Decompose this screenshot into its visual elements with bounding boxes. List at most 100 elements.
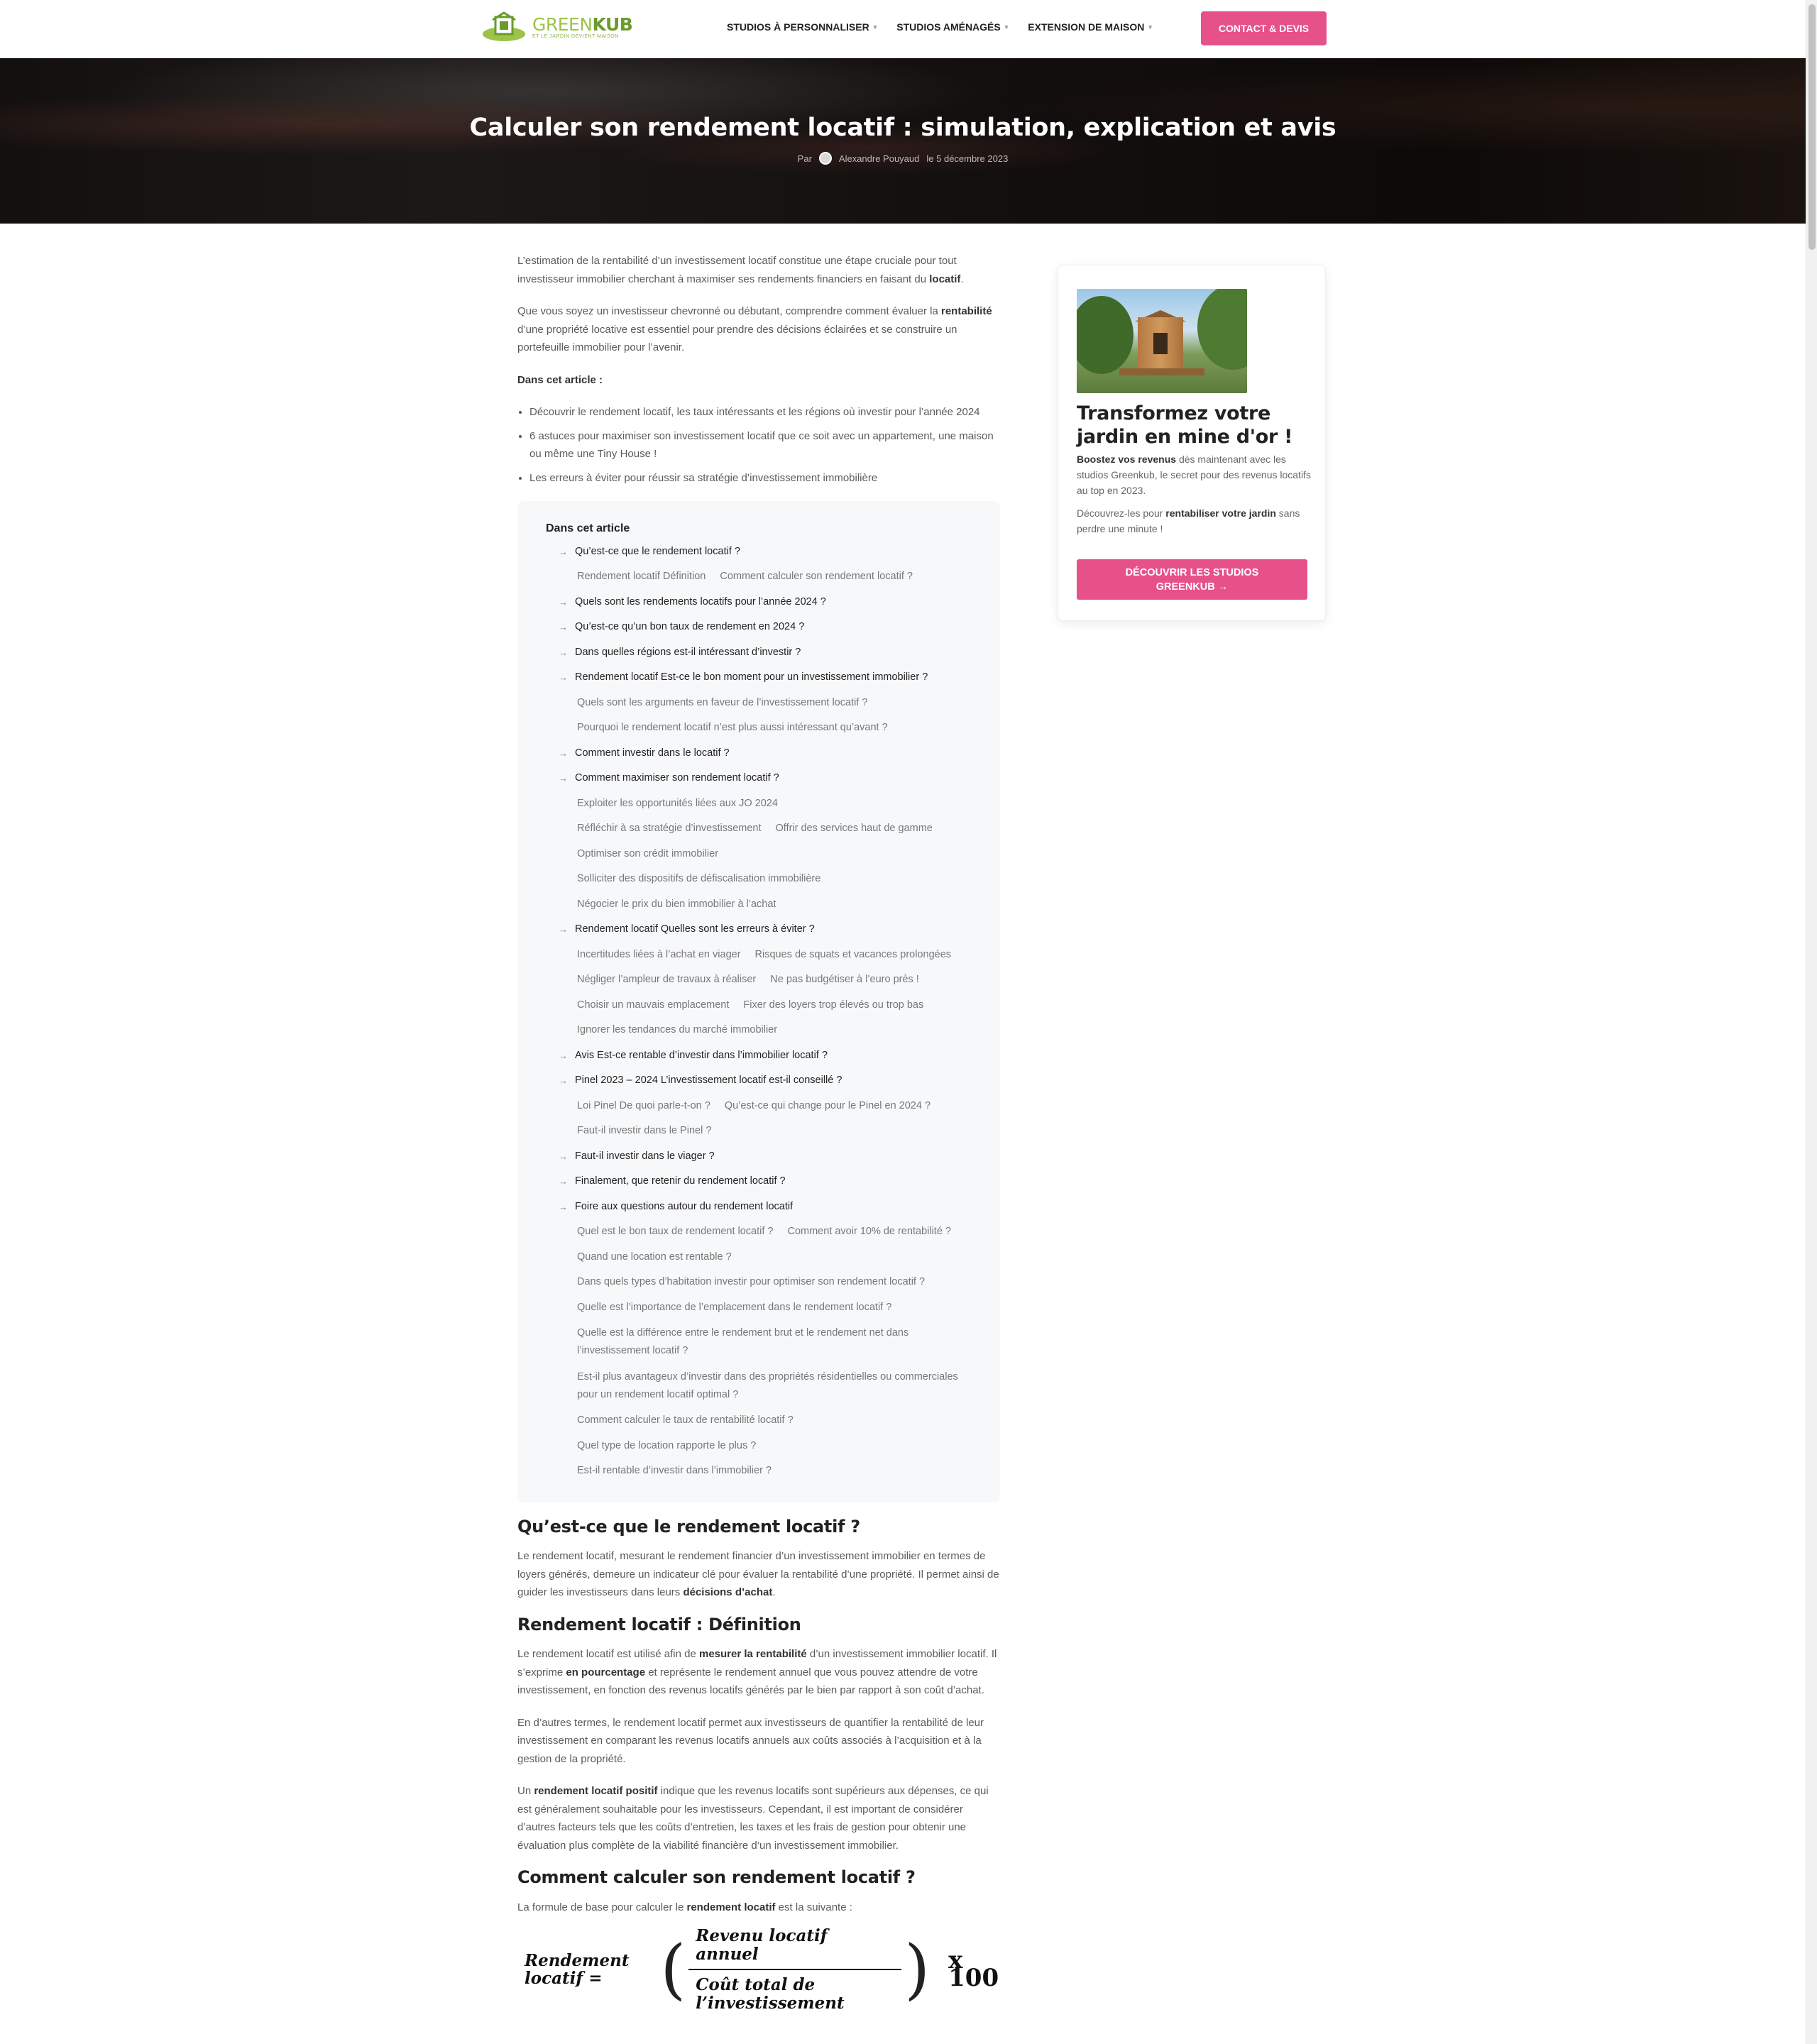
page-title: Calculer son rendement locatif : simulat… bbox=[469, 114, 1336, 142]
arrow-right-icon: → bbox=[559, 622, 568, 632]
page-scrollbar[interactable] bbox=[1806, 0, 1817, 2044]
toc-subitem[interactable]: Qu’est-ce qui change pour le Pinel en 20… bbox=[725, 1094, 931, 1119]
toc-subitem[interactable]: Fixer des loyers trop élevés ou trop bas bbox=[743, 993, 923, 1018]
toc-subitem[interactable]: Exploiter les opportunités liées aux JO … bbox=[577, 791, 778, 817]
toc-subrow: Faut-il investir dans le Pinel ? bbox=[546, 1119, 972, 1144]
toc-subitem[interactable]: Réfléchir à sa stratégie d’investissemen… bbox=[577, 816, 762, 842]
toc-subitem[interactable]: Incertitudes liées à l’achat en viager bbox=[577, 943, 741, 968]
toc-item[interactable]: → Comment maximiser son rendement locatif… bbox=[546, 766, 972, 791]
toc-item[interactable]: → Faut-il investir dans le viager ? bbox=[546, 1144, 972, 1170]
toc-subrow: Est-il rentable d’investir dans l’immobi… bbox=[546, 1458, 972, 1484]
toc-subitem[interactable]: Quels sont les arguments en faveur de l’… bbox=[577, 691, 867, 716]
paren-right: ) bbox=[904, 1931, 931, 2007]
toc-item-label: Rendement locatif Est-ce le bon moment p… bbox=[575, 671, 928, 683]
toc-item[interactable]: → Quels sont les rendements locatifs pour… bbox=[546, 590, 972, 615]
toc-subitem[interactable]: Choisir un mauvais emplacement bbox=[577, 993, 729, 1018]
toc-subrow: Pourquoi le rendement locatif n’est plus… bbox=[546, 715, 972, 741]
chevron-down-icon: ▾ bbox=[873, 23, 877, 31]
contact-devis-button[interactable]: CONTACT & DEVIS bbox=[1201, 11, 1327, 45]
arrow-right-icon: → bbox=[559, 546, 568, 557]
toc-subitem[interactable]: Comment calculer le taux de rentabilité … bbox=[577, 1408, 794, 1434]
formula-image: Rendement locatif = ( Revenu locatif ann… bbox=[517, 1927, 1000, 2012]
toc-subitem[interactable]: Risques de squats et vacances prolongées bbox=[755, 943, 951, 968]
site-header: GREENKUB ET LE JARDIN DEVIENT MAISON STU… bbox=[0, 0, 1806, 58]
arrow-right-icon: → bbox=[559, 924, 568, 935]
toc-subitem[interactable]: Négocier le prix du bien immobilier à l’… bbox=[577, 892, 776, 918]
toc-item[interactable]: → Dans quelles régions est-il intéressant… bbox=[546, 640, 972, 666]
toc-subitem[interactable]: Quelle est l’importance de l’emplacement… bbox=[577, 1295, 891, 1321]
toc-item[interactable]: → Rendement locatif Est-ce le bon moment … bbox=[546, 665, 972, 691]
toc-item[interactable]: → Comment investir dans le locatif ? bbox=[546, 741, 972, 766]
greenkub-logo-icon bbox=[483, 11, 525, 41]
toc-subitem[interactable]: Quel est le bon taux de rendement locati… bbox=[577, 1219, 773, 1245]
toc-subitem[interactable]: Comment avoir 10% de rentabilité ? bbox=[787, 1219, 951, 1245]
logo-tagline: ET LE JARDIN DEVIENT MAISON bbox=[532, 33, 619, 39]
author-avatar bbox=[818, 152, 832, 165]
greenkub-logo[interactable]: GREENKUB ET LE JARDIN DEVIENT MAISON bbox=[483, 11, 633, 43]
toc-item[interactable]: → Qu’est-ce qu’un bon taux de rendement e… bbox=[546, 615, 972, 640]
toc-subitem[interactable]: Ne pas budgétiser à l’euro près ! bbox=[770, 967, 919, 993]
toc-subitem[interactable]: Quelle est la différence entre le rendem… bbox=[577, 1320, 972, 1364]
toc-subrow: Quel est le bon taux de rendement locati… bbox=[546, 1219, 972, 1245]
toc-subitem[interactable]: Ignorer les tendances du marché immobili… bbox=[577, 1018, 777, 1043]
article-content: L’estimation de la rentabilité d’un inve… bbox=[517, 252, 1000, 2012]
section-heading: Qu’est-ce que le rendement locatif ? bbox=[517, 1516, 860, 1537]
toc-subitem[interactable]: Loi Pinel De quoi parle-t-on ? bbox=[577, 1094, 710, 1119]
promo-text: Boostez vos revenus dès maintenant avec … bbox=[1077, 451, 1311, 544]
nav-studios-personnaliser[interactable]: STUDIOS À PERSONNALISER ▾ bbox=[727, 21, 877, 33]
toc-subrow: Choisir un mauvais emplacement Fixer des … bbox=[546, 993, 972, 1018]
toc-subitem[interactable]: Rendement locatif Définition bbox=[577, 564, 706, 590]
toc-item-label: Foire aux questions autour du rendement … bbox=[575, 1200, 794, 1212]
toc-item-label: Avis Est-ce rentable d’investir dans l’i… bbox=[575, 1049, 828, 1061]
paren-left: ( bbox=[660, 1931, 686, 2007]
arrow-right-icon: → bbox=[559, 596, 568, 608]
toc-subrow: Loi Pinel De quoi parle-t-on ? Qu’est-ce … bbox=[546, 1094, 972, 1119]
toc-subrow: Dans quels types d’habitation investir p… bbox=[546, 1270, 972, 1295]
arrow-right-icon: → bbox=[559, 1050, 568, 1061]
nav-studios-amenages[interactable]: STUDIOS AMÉNAGÉS ▾ bbox=[896, 21, 1008, 33]
toc-subrow: Quel type de location rapporte le plus ? bbox=[546, 1434, 972, 1459]
toc-subitem[interactable]: Pourquoi le rendement locatif n’est plus… bbox=[577, 715, 888, 741]
nav-extension-maison[interactable]: EXTENSION DE MAISON ▾ bbox=[1028, 21, 1152, 33]
toc-subitem[interactable]: Quand une location est rentable ? bbox=[577, 1245, 732, 1270]
toc-item[interactable]: → Finalement, que retenir du rendement lo… bbox=[546, 1169, 972, 1194]
toc-subitem[interactable]: Solliciter des dispositifs de défiscalis… bbox=[577, 867, 820, 892]
toc-subrow: Négocier le prix du bien immobilier à l’… bbox=[546, 892, 972, 918]
toc-item-label: Dans quelles régions est-il intéressant … bbox=[575, 646, 801, 658]
arrow-right-icon: → bbox=[559, 773, 568, 784]
toc-subrow: Quels sont les arguments en faveur de l’… bbox=[546, 691, 972, 716]
paragraph: La formule de base pour calculer le rend… bbox=[517, 1901, 852, 1913]
toc-subrow: Rendement locatif Définition Comment calc… bbox=[546, 564, 972, 590]
scrollbar-thumb[interactable] bbox=[1808, 4, 1816, 250]
discover-studios-button[interactable]: DÉCOUVRIR LES STUDIOS GREENKUB → bbox=[1077, 559, 1307, 600]
toc-item[interactable]: → Qu’est-ce que le rendement locatif ? bbox=[546, 539, 972, 565]
post-meta: Par Alexandre Pouyaud le 5 décembre 2023 bbox=[0, 152, 1806, 165]
toc-subrow: Réfléchir à sa stratégie d’investissemen… bbox=[546, 816, 972, 842]
fraction-bar bbox=[688, 1969, 902, 1970]
toc-subitem[interactable]: Quel type de location rapporte le plus ? bbox=[577, 1434, 756, 1459]
nav-label: EXTENSION DE MAISON bbox=[1028, 21, 1145, 33]
toc-subitem[interactable]: Offrir des services haut de gamme bbox=[776, 816, 933, 842]
toc-item[interactable]: → Rendement locatif Quelles sont les erre… bbox=[546, 917, 972, 943]
toc-subitem[interactable]: Est-il plus avantageux d’investir dans d… bbox=[577, 1364, 972, 1408]
list-item: Les erreurs à éviter pour réussir sa str… bbox=[529, 469, 1000, 488]
toc-subitem[interactable]: Comment calculer son rendement locatif ? bbox=[720, 564, 913, 590]
toc-item[interactable]: → Pinel 2023 – 2024 L’investissement loca… bbox=[546, 1068, 972, 1094]
chevron-down-icon: ▾ bbox=[1004, 23, 1009, 31]
toc-subitem[interactable]: Faut-il investir dans le Pinel ? bbox=[577, 1119, 711, 1144]
list-item: 6 astuces pour maximiser son investissem… bbox=[529, 427, 1000, 463]
paragraph: Le rendement locatif, mesurant le rendem… bbox=[517, 1550, 999, 1598]
toc-item[interactable]: → Foire aux questions autour du rendement… bbox=[546, 1194, 972, 1220]
toc-subitem[interactable]: Négliger l’ampleur de travaux à réaliser bbox=[577, 967, 756, 993]
toc-subrow: Incertitudes liées à l’achat en viager Ri… bbox=[546, 943, 972, 968]
author-link[interactable]: Alexandre Pouyaud bbox=[839, 153, 919, 164]
toc-subitem[interactable]: Optimiser son crédit immobilier bbox=[577, 842, 718, 867]
toc-subitem[interactable]: Dans quels types d’habitation investir p… bbox=[577, 1270, 925, 1295]
toc-item-label: Finalement, que retenir du rendement loc… bbox=[575, 1175, 786, 1187]
toc-item[interactable]: → Avis Est-ce rentable d’investir dans l’… bbox=[546, 1043, 972, 1069]
arrow-right-icon: → bbox=[559, 672, 568, 683]
toc-item-label: Quels sont les rendements locatifs pour … bbox=[575, 595, 826, 608]
toc-subitem[interactable]: Est-il rentable d’investir dans l’immobi… bbox=[577, 1458, 772, 1484]
intro-paragraph: L’estimation de la rentabilité d’un inve… bbox=[517, 255, 964, 285]
toc-subrow: Solliciter des dispositifs de défiscalis… bbox=[546, 867, 972, 892]
